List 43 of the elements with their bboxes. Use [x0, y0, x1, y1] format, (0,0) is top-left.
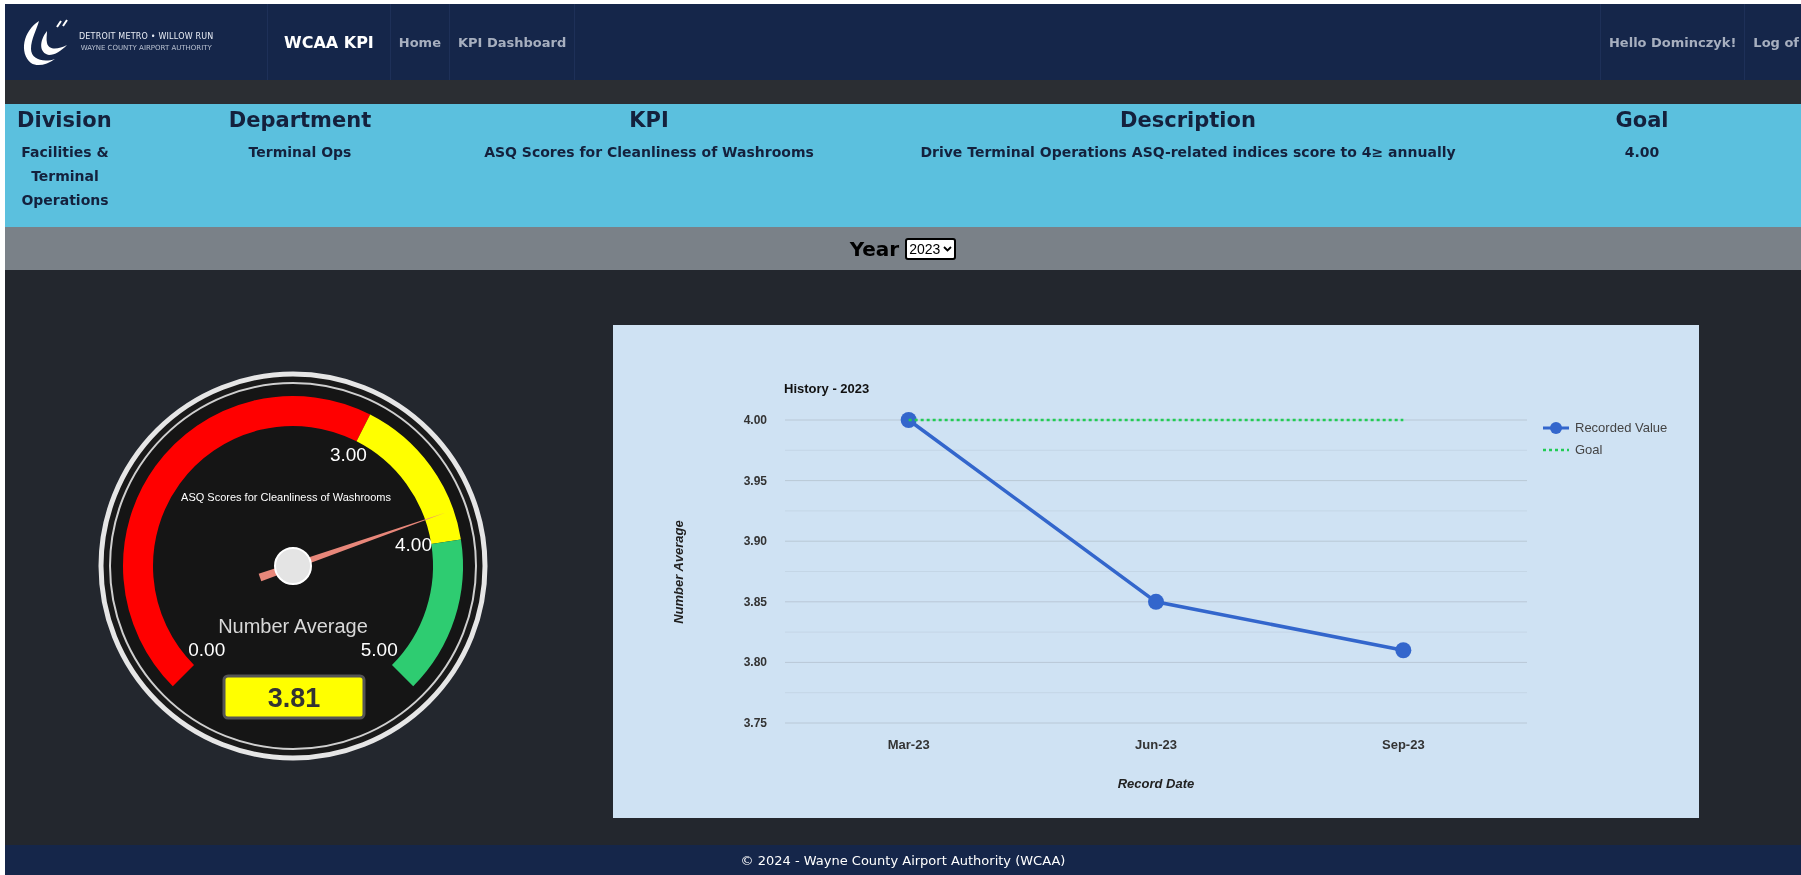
y-tick-label: 4.00	[743, 413, 767, 427]
column-value: 4.00	[1624, 143, 1660, 162]
legend-marker-icon	[1543, 448, 1569, 452]
legend-marker-icon	[1543, 422, 1569, 434]
logo-title: DETROIT METRO • WILLOW RUN	[79, 32, 214, 41]
gauge-title: ASQ Scores for Cleanliness of Washrooms	[181, 491, 391, 503]
column-heading: Description	[1120, 108, 1256, 132]
legend-label: Goal	[1575, 442, 1603, 457]
logout-link[interactable]: Log of	[1745, 4, 1801, 80]
gauge-unit-label: Number Average	[218, 615, 368, 637]
gauge-value-display: 3.81	[222, 674, 366, 720]
column-heading: Department	[228, 108, 372, 132]
footer-text: © 2024 - Wayne County Airport Authority (WCAA)	[740, 852, 1066, 868]
y-tick-label: 3.90	[743, 534, 767, 549]
column-value: Facilities & Terminal Operations	[20, 143, 110, 210]
legend-label: Recorded Value	[1575, 420, 1668, 435]
column-heading: Division	[17, 108, 112, 132]
gauge-tick-label: 5.00	[360, 639, 398, 661]
x-tick-label: Mar-23	[887, 737, 930, 752]
y-tick-label: 3.80	[743, 655, 767, 670]
year-dropdown[interactable]: 2023	[905, 237, 957, 260]
column-value: Drive Terminal Operations ASQ-related indices score to 4≥ annually	[920, 143, 1456, 162]
y-tick-label: 3.75	[743, 716, 767, 730]
column-value: Terminal Ops	[248, 143, 352, 162]
x-tick-label: Sep-23	[1382, 737, 1425, 752]
column-heading: KPI	[629, 108, 669, 132]
data-point	[1148, 593, 1164, 610]
y-tick-label: 3.85	[743, 594, 767, 609]
y-tick-label: 3.95	[743, 473, 767, 488]
x-axis-title: Record Date	[1117, 776, 1195, 791]
data-point	[1395, 642, 1412, 659]
chart-title: History - 2023	[784, 381, 870, 396]
x-tick-label: Jun-23	[1135, 737, 1177, 752]
y-axis-title: Number Average	[671, 520, 686, 624]
gauge-tick-label: 0.00	[188, 639, 226, 661]
year-label: Year	[849, 236, 900, 261]
column-heading: Goal	[1615, 108, 1669, 132]
data-point	[900, 412, 917, 428]
column-value: ASQ Scores for Cleanliness of Washrooms	[484, 143, 814, 162]
gauge-tick-label: 4.00	[395, 533, 432, 555]
needle-hub	[274, 547, 312, 585]
caret-icon	[943, 245, 953, 252]
gauge-tick-label: 3.00	[329, 444, 367, 466]
